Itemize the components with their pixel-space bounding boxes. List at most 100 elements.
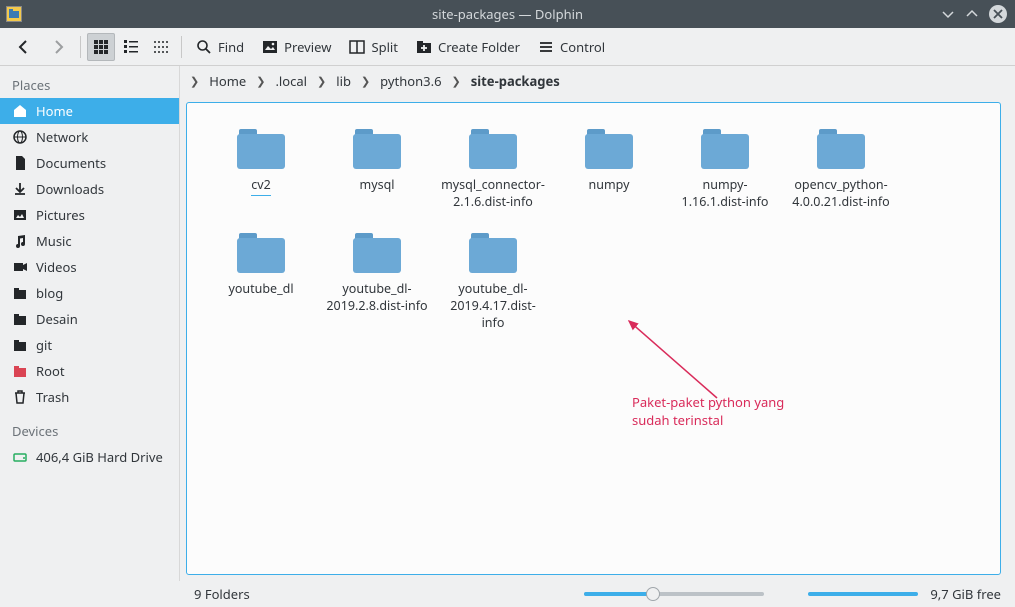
forward-button[interactable] [42, 33, 74, 61]
folder-icon [817, 129, 865, 169]
folder-item[interactable]: numpy-1.16.1.dist-info [667, 119, 783, 215]
root-icon [12, 363, 28, 379]
folder-item[interactable]: youtube_dl-2019.2.8.dist-info [319, 223, 435, 336]
breadcrumb-item[interactable]: .local [271, 70, 311, 92]
sidebar-item-label: Network [36, 128, 88, 146]
breadcrumb: ❯ Home❯.local❯lib❯python3.6❯site-package… [180, 66, 1015, 96]
places-header: Places [0, 72, 179, 98]
drive-icon [12, 449, 28, 465]
chevron-right-icon: ❯ [190, 74, 199, 89]
preview-button[interactable]: Preview [254, 32, 339, 62]
sidebar-item-label: 406,4 GiB Hard Drive [36, 448, 163, 466]
breadcrumb-item[interactable]: python3.6 [376, 70, 445, 92]
sidebar-item-label: Pictures [36, 206, 85, 224]
sidebar-item-documents[interactable]: Documents [0, 150, 179, 176]
breadcrumb-item[interactable]: lib [332, 70, 355, 92]
download-icon [12, 181, 28, 197]
preview-label: Preview [284, 38, 331, 56]
split-label: Split [371, 38, 398, 56]
folder-label: youtube_dl-2019.2.8.dist-info [323, 281, 431, 315]
folder-label: youtube_dl-2019.4.17.dist-info [439, 281, 547, 332]
chevron-right-icon: ❯ [317, 74, 326, 89]
sidebar: Places Home Network Documents Downloads Pict… [0, 66, 180, 581]
window-title: site-packages — Dolphin [432, 5, 583, 23]
folder-label: mysql [360, 177, 395, 194]
create-folder-label: Create Folder [438, 38, 520, 56]
chevron-right-icon: ❯ [452, 74, 461, 89]
search-icon [196, 39, 212, 55]
minimize-button[interactable] [941, 7, 955, 21]
compact-view-button[interactable] [117, 33, 145, 61]
folder-item[interactable]: youtube_dl-2019.4.17.dist-info [435, 223, 551, 336]
sidebar-item-home[interactable]: Home [0, 98, 179, 124]
toolbar: Find Preview Split Create Folder Control [0, 28, 1015, 66]
status-free: 9,7 GiB free [930, 585, 1001, 603]
folder-item[interactable]: mysql_connector-2.1.6.dist-info [435, 119, 551, 215]
control-button[interactable]: Control [530, 32, 613, 62]
sidebar-item-label: Trash [36, 388, 69, 406]
sidebar-item-music[interactable]: Music [0, 228, 179, 254]
folder-icon [353, 233, 401, 273]
create-folder-button[interactable]: Create Folder [408, 32, 528, 62]
add-folder-icon [416, 39, 432, 55]
sidebar-item-blog[interactable]: blog [0, 280, 179, 306]
sidebar-item-trash[interactable]: Trash [0, 384, 179, 410]
folder-icon [585, 129, 633, 169]
folder-icon [12, 311, 28, 327]
doc-icon [12, 155, 28, 171]
zoom-slider[interactable] [584, 587, 764, 601]
sidebar-item-git[interactable]: git [0, 332, 179, 358]
folder-icon [353, 129, 401, 169]
find-button[interactable]: Find [188, 32, 252, 62]
statusbar: 9 Folders 9,7 GiB free [0, 581, 1015, 607]
preview-icon [262, 39, 278, 55]
folder-icon [12, 285, 28, 301]
folder-item[interactable]: opencv_python-4.0.0.21.dist-info [783, 119, 899, 215]
folder-label: opencv_python-4.0.0.21.dist-info [787, 177, 895, 211]
split-button[interactable]: Split [341, 32, 406, 62]
icon-view-button[interactable] [87, 33, 115, 61]
annotation-text: Paket-paket python yang sudah terinstal [632, 393, 784, 429]
sidebar-item-desain[interactable]: Desain [0, 306, 179, 332]
status-summary: 9 Folders [194, 585, 250, 603]
folder-item[interactable]: cv2 [203, 119, 319, 215]
control-label: Control [560, 38, 605, 56]
sidebar-device-item[interactable]: 406,4 GiB Hard Drive [0, 444, 179, 470]
folder-icon [469, 129, 517, 169]
sidebar-item-label: Home [36, 102, 73, 120]
sidebar-item-root[interactable]: Root [0, 358, 179, 384]
find-label: Find [218, 38, 244, 56]
window-controls [941, 5, 1007, 23]
separator [80, 36, 81, 58]
icon-grid: cv2mysqlmysql_connector-2.1.6.dist-infon… [203, 119, 984, 335]
sidebar-item-network[interactable]: Network [0, 124, 179, 150]
folder-item[interactable]: numpy [551, 119, 667, 215]
close-button[interactable] [989, 5, 1007, 23]
folder-icon [701, 129, 749, 169]
sidebar-item-label: git [36, 336, 52, 354]
file-view[interactable]: cv2mysqlmysql_connector-2.1.6.dist-infon… [186, 102, 1001, 575]
back-button[interactable] [8, 33, 40, 61]
detail-view-button[interactable] [147, 33, 175, 61]
folder-label: cv2 [251, 177, 271, 196]
devices-header: Devices [0, 418, 179, 444]
sidebar-item-label: Root [36, 362, 65, 380]
breadcrumb-item[interactable]: site-packages [467, 70, 564, 92]
maximize-button[interactable] [965, 7, 979, 21]
sidebar-item-videos[interactable]: Videos [0, 254, 179, 280]
folder-item[interactable]: youtube_dl [203, 223, 319, 336]
sidebar-item-label: Music [36, 232, 72, 250]
music-icon [12, 233, 28, 249]
folder-label: youtube_dl [228, 281, 293, 298]
home-icon [12, 103, 28, 119]
folder-icon [469, 233, 517, 273]
sidebar-item-label: Downloads [36, 180, 104, 198]
folder-icon [12, 337, 28, 353]
breadcrumb-item[interactable]: Home [205, 70, 250, 92]
main-container: Places Home Network Documents Downloads Pict… [0, 66, 1015, 581]
capacity-bar [808, 592, 918, 596]
sidebar-item-downloads[interactable]: Downloads [0, 176, 179, 202]
trash-icon [12, 389, 28, 405]
folder-item[interactable]: mysql [319, 119, 435, 215]
sidebar-item-pictures[interactable]: Pictures [0, 202, 179, 228]
